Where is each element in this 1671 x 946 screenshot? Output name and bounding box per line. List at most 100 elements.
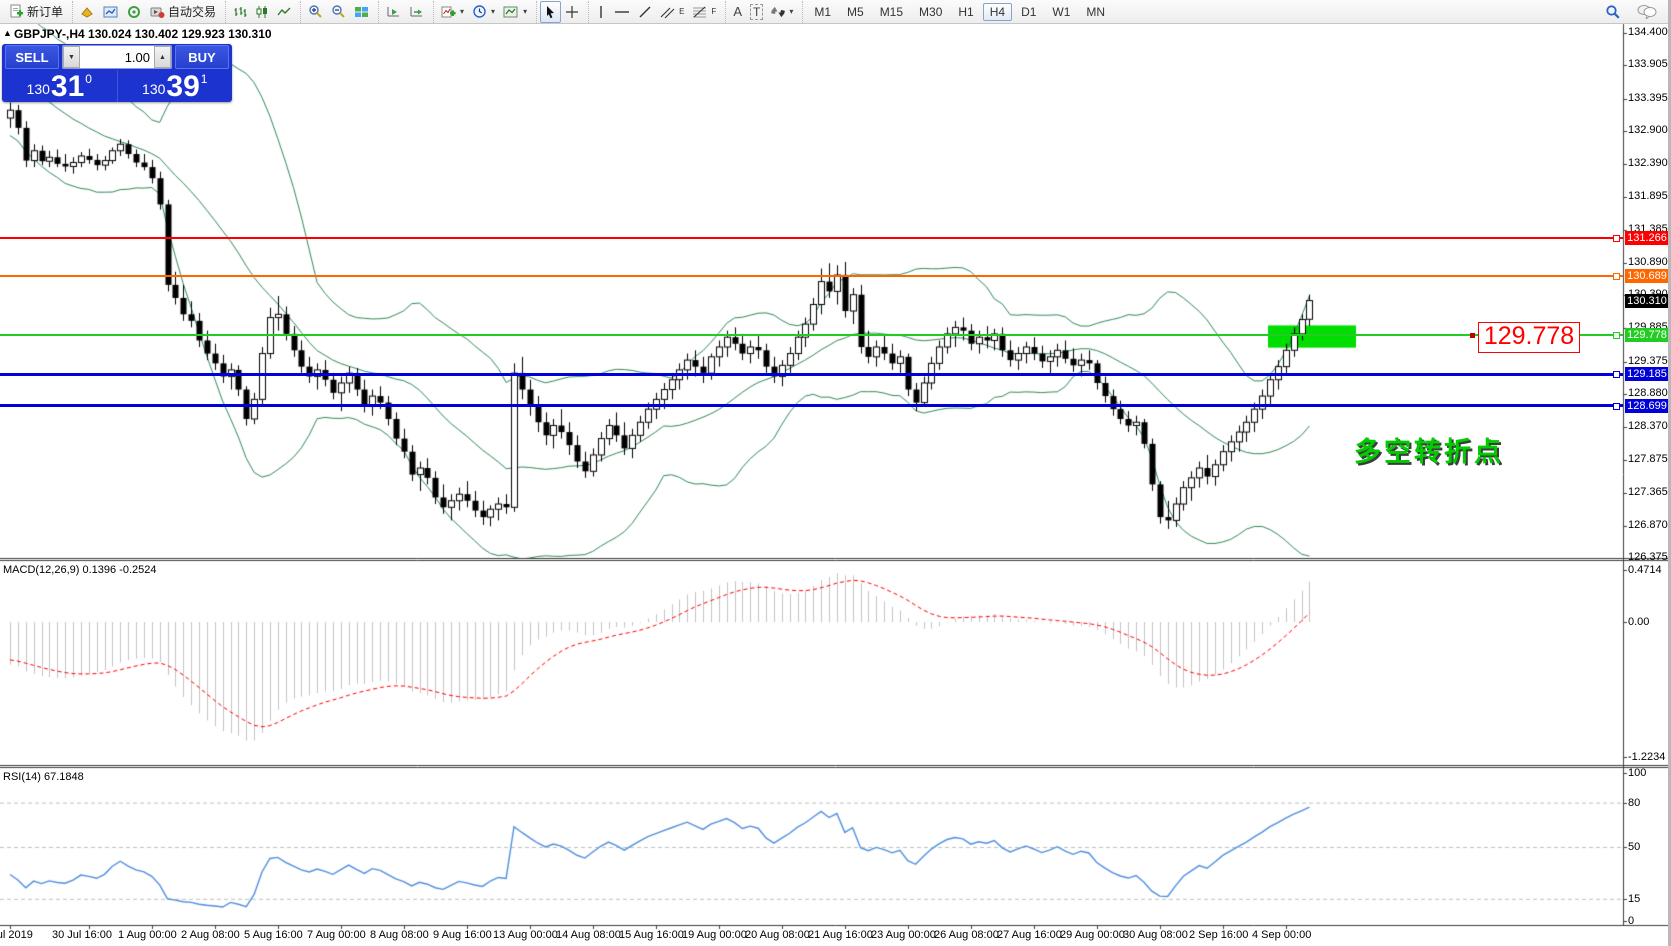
line-chart-button[interactable] xyxy=(273,1,295,23)
buy-price-pips: 39 xyxy=(165,74,200,100)
macd-tick-label: -1.2234 xyxy=(1628,751,1665,763)
new-order-icon xyxy=(9,4,24,19)
bar-chart-button[interactable] xyxy=(229,1,251,23)
horizontal-line-button[interactable] xyxy=(610,1,634,23)
label-tool-button[interactable]: T xyxy=(746,1,767,23)
timeframe-mn[interactable]: MN xyxy=(1079,3,1112,21)
periods-button[interactable]: ▾ xyxy=(468,1,499,23)
price-tick-label: 134.400 xyxy=(1628,26,1668,38)
timeframe-d1[interactable]: D1 xyxy=(1014,3,1043,21)
volume-value[interactable]: 1.00 xyxy=(80,50,154,65)
hline-128.699[interactable] xyxy=(0,404,1623,407)
hline-129.778[interactable] xyxy=(0,334,1623,336)
time-axis-label: 7 Aug 00:00 xyxy=(307,929,366,941)
toolbar-right xyxy=(1601,1,1671,23)
text-tool-button[interactable]: A xyxy=(729,1,746,23)
price-tick-label: 126.375 xyxy=(1628,551,1668,563)
zoom-group xyxy=(300,1,376,23)
charts-window-button[interactable] xyxy=(99,1,123,23)
candlestick-icon xyxy=(255,5,269,19)
crosshair-button[interactable] xyxy=(561,1,583,23)
zoom-out-icon xyxy=(331,4,346,19)
timeframe-m5[interactable]: M5 xyxy=(840,3,871,21)
chart-area: ▲ GBPJPY-,H4 130.024 130.402 129.923 130… xyxy=(0,0,1671,946)
templates-caret: ▾ xyxy=(523,7,527,16)
signals-button[interactable] xyxy=(123,1,146,23)
buy-price-big-figure: 130 xyxy=(142,81,165,100)
volume-increase-button[interactable]: ▲ xyxy=(154,46,171,68)
price-tag-128.699: 128.699 xyxy=(1625,399,1669,413)
zoom-out-button[interactable] xyxy=(327,1,350,23)
time-axis-label: 27 Aug 16:00 xyxy=(997,929,1062,941)
bar-chart-icon xyxy=(233,5,247,19)
rsi-tick-label: 0 xyxy=(1628,915,1634,927)
sell-price-pips: 31 xyxy=(50,74,85,100)
buy-button[interactable]: BUY xyxy=(175,45,229,69)
price-callout-label[interactable]: 129.778 xyxy=(1478,322,1580,353)
oneclick-collapse-icon[interactable]: ▲ xyxy=(3,28,12,38)
scroll-group xyxy=(378,1,431,23)
arrows-tool-button[interactable]: ▾ xyxy=(767,1,797,23)
chart-shift-button[interactable] xyxy=(405,1,428,23)
chart-ohlc-title: GBPJPY-,H4 130.024 130.402 129.923 130.3… xyxy=(14,27,272,41)
fibonacci-button[interactable]: F xyxy=(688,1,720,23)
hline-130.689[interactable] xyxy=(0,275,1623,277)
timeframe-w1[interactable]: W1 xyxy=(1045,3,1077,21)
cursor-button[interactable] xyxy=(540,1,561,23)
buy-price[interactable]: 130 39 1 xyxy=(118,70,233,102)
hline-anchor-128.699[interactable] xyxy=(1613,403,1620,410)
price-tick-label: 132.900 xyxy=(1628,124,1668,136)
time-axis-label: 15 Aug 16:00 xyxy=(619,929,684,941)
hline-anchor-130.689[interactable] xyxy=(1613,273,1620,280)
timeframe-m30[interactable]: M30 xyxy=(912,3,949,21)
callout-anchor-marker[interactable] xyxy=(1470,333,1475,338)
trendline-button[interactable] xyxy=(634,1,656,23)
price-tag-130.689: 130.689 xyxy=(1625,269,1669,283)
hline-anchor-129.185[interactable] xyxy=(1613,371,1620,378)
price-tag-129.778: 129.778 xyxy=(1625,328,1669,342)
cursor-icon xyxy=(544,5,557,19)
timeframe-h4[interactable]: H4 xyxy=(983,3,1012,21)
hline-anchor-131.266[interactable] xyxy=(1613,235,1620,242)
auto-trading-button[interactable]: 自动交易 xyxy=(146,1,220,23)
volume-spinner: ▼ 1.00 ▲ xyxy=(62,45,172,69)
channel-button[interactable]: E xyxy=(656,1,688,23)
auto-scroll-button[interactable] xyxy=(382,1,405,23)
search-button[interactable] xyxy=(1601,1,1625,23)
line-chart-icon xyxy=(277,5,291,19)
chart-shift-icon xyxy=(409,5,424,19)
tile-windows-button[interactable] xyxy=(350,1,373,23)
hline-129.185[interactable] xyxy=(0,373,1623,376)
vertical-line-button[interactable] xyxy=(592,1,610,23)
timeframe-group: M1M5M15M30H1H4D1W1MN xyxy=(802,1,1116,23)
templates-button[interactable]: ▾ xyxy=(499,1,531,23)
timeframe-h1[interactable]: H1 xyxy=(951,3,980,21)
macd-tick-label: 0.00 xyxy=(1628,616,1649,628)
volume-decrease-button[interactable]: ▼ xyxy=(63,46,80,68)
chart-type-group xyxy=(225,1,298,23)
timeframe-m1[interactable]: M1 xyxy=(807,3,838,21)
services-group: 自动交易 xyxy=(72,1,223,23)
main-toolbar: 新订单 自动交易 ▾ ▾ ▾ xyxy=(0,0,1671,24)
hline-anchor-129.778[interactable] xyxy=(1613,332,1620,339)
label-tool-icon: T xyxy=(750,4,763,20)
chat-button[interactable] xyxy=(1633,1,1661,23)
candlestick-button[interactable] xyxy=(251,1,273,23)
sell-price[interactable]: 130 31 0 xyxy=(2,70,118,102)
price-tag-129.185: 129.185 xyxy=(1625,367,1669,381)
turning-point-annotation[interactable]: 多空转折点 xyxy=(1354,430,1504,469)
rsi-tick-label: 15 xyxy=(1628,893,1640,905)
clock-icon xyxy=(472,4,487,19)
hline-131.266[interactable] xyxy=(0,237,1623,239)
sell-button[interactable]: SELL xyxy=(5,45,59,69)
new-order-button[interactable]: 新订单 xyxy=(5,1,67,23)
zoom-in-icon xyxy=(308,4,323,19)
market-button[interactable] xyxy=(76,1,99,23)
time-axis-label: 9 Aug 16:00 xyxy=(433,929,492,941)
time-axis-label: 4 Sep 00:00 xyxy=(1252,929,1311,941)
macd-tick-label: 0.4714 xyxy=(1628,564,1662,576)
indicators-button[interactable]: ▾ xyxy=(437,1,468,23)
zoom-in-button[interactable] xyxy=(304,1,327,23)
fibonacci-icon xyxy=(692,5,708,19)
timeframe-m15[interactable]: M15 xyxy=(873,3,910,21)
